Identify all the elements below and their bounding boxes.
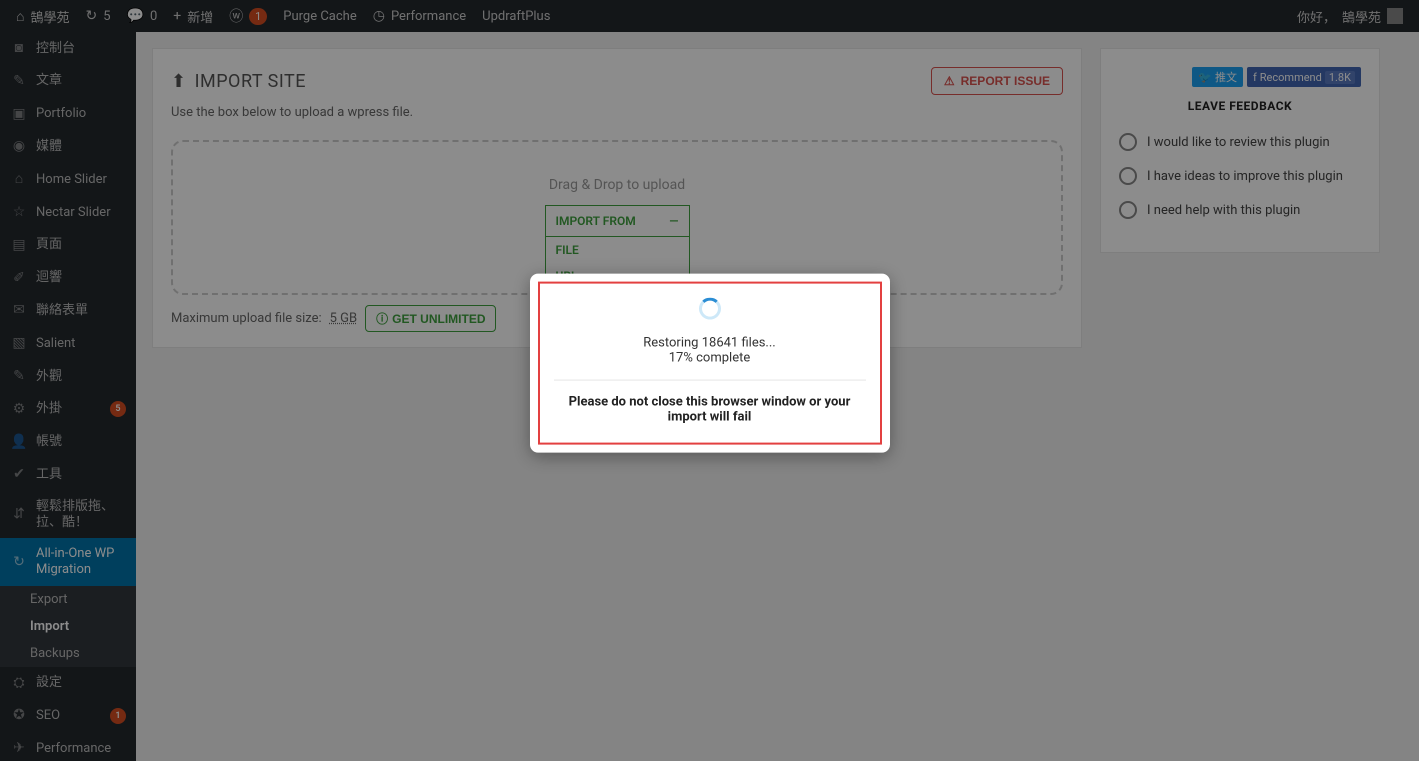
spinner-icon [699, 297, 721, 319]
restore-percent: 17% complete [554, 350, 866, 365]
restore-modal-inner: Restoring 18641 files... 17% complete Pl… [538, 281, 882, 444]
restore-warning: Please do not close this browser window … [554, 394, 866, 424]
restore-modal: Restoring 18641 files... 17% complete Pl… [530, 273, 890, 452]
restore-status: Restoring 18641 files... [554, 335, 866, 350]
